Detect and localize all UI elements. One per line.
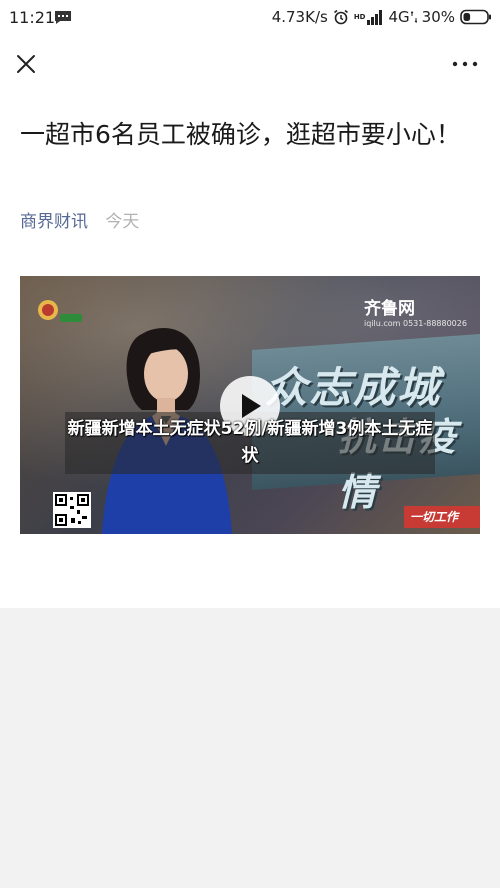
station-logo-icon	[38, 300, 82, 322]
video-caption: 新疆新增本土无症状52例/新疆新增3例本土无症状	[67, 419, 433, 466]
article-meta: 商界财讯 今天	[20, 210, 139, 234]
channel-logo: 齐鲁网 iqilu.com 0531-88880026	[364, 294, 467, 328]
video-player[interactable]: 众志成城 抗击疫情 齐鲁网 iqilu.com 0531-88880026 一切…	[20, 276, 480, 534]
message-icon	[55, 11, 71, 24]
more-options-icon[interactable]	[450, 54, 480, 74]
source-link[interactable]: 商界财讯	[20, 212, 88, 232]
qr-code	[53, 492, 91, 528]
battery-percent: 30%	[421, 8, 455, 26]
battery-icon	[460, 9, 492, 25]
status-time: 11:21	[9, 8, 56, 27]
status-bar: 11:21 4.73K/s HD 4G 30%	[0, 0, 500, 34]
close-icon[interactable]	[12, 50, 40, 78]
signal-icon	[367, 9, 383, 25]
channel-logo-sub: iqilu.com 0531-88880026	[364, 319, 467, 328]
network-speed: 4.73K/s	[271, 8, 328, 26]
network-type: 4G	[388, 8, 410, 26]
news-ticker: 一切工作	[404, 506, 480, 528]
data-arrows-icon	[410, 11, 417, 23]
article-title: 一超市6名员工被确诊，逛超市要小心！	[20, 120, 461, 149]
top-nav	[0, 44, 500, 84]
publish-date: 今天	[105, 212, 140, 232]
alarm-icon	[333, 9, 348, 25]
channel-logo-name: 齐鲁网	[364, 299, 415, 319]
hd-badge: HD	[353, 12, 366, 21]
